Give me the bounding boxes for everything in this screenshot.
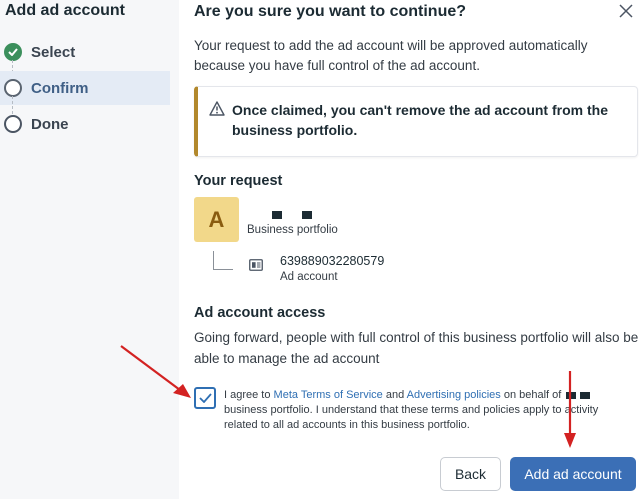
- request-heading: Your request: [194, 173, 283, 189]
- back-button[interactable]: Back: [440, 457, 501, 491]
- step-circle-icon: [4, 115, 22, 133]
- ad-account-label: Ad account: [280, 271, 338, 283]
- checkmark-icon: [4, 43, 22, 61]
- warning-text: Once claimed, you can't remove the ad ac…: [232, 102, 608, 138]
- access-heading: Ad account access: [194, 305, 326, 321]
- close-icon[interactable]: [619, 4, 633, 18]
- advertising-policies-link[interactable]: Advertising policies: [407, 389, 501, 401]
- agreement-text: I agree to Meta Terms of Service and Adv…: [224, 388, 634, 433]
- ad-account-icon: [249, 259, 263, 271]
- agreement-and: and: [382, 389, 407, 401]
- add-ad-account-button[interactable]: Add ad account: [510, 457, 636, 491]
- redacted-name: [272, 211, 282, 219]
- access-description: Going forward, people with full control …: [194, 330, 639, 366]
- confirm-dialog: Are you sure you want to continue? Your …: [179, 0, 639, 499]
- ad-account-id: 639889032280579: [280, 254, 385, 268]
- step-confirm: Confirm: [0, 71, 170, 105]
- redacted-name: [580, 391, 591, 399]
- warning-triangle-icon: [209, 101, 225, 116]
- agree-checkbox[interactable]: [194, 387, 216, 409]
- meta-terms-link[interactable]: Meta Terms of Service: [274, 389, 383, 401]
- checkmark-icon: [198, 393, 212, 403]
- portfolio-label: Business portfolio: [247, 224, 338, 236]
- agreement-middle: on behalf of: [500, 389, 565, 401]
- portfolio-avatar: A: [194, 197, 239, 242]
- dialog-title: Are you sure you want to continue?: [194, 3, 467, 20]
- redacted-name: [302, 211, 312, 219]
- agreement-suffix: business portfolio. I understand that th…: [224, 404, 599, 431]
- redacted-name: [566, 391, 577, 399]
- dialog-description: Your request to add the ad account will …: [194, 38, 588, 73]
- step-select-label: Select: [31, 43, 76, 61]
- step-circle-icon: [4, 79, 22, 97]
- sidebar-title: Add ad account: [5, 2, 126, 19]
- agreement-prefix: I agree to: [224, 389, 274, 401]
- step-select: Select: [0, 35, 170, 69]
- step-done-label: Done: [31, 115, 69, 133]
- step-done: Done: [0, 107, 170, 141]
- wizard-sidebar: Add ad account Select Confirm Done: [0, 0, 179, 499]
- warning-banner: Once claimed, you can't remove the ad ac…: [194, 86, 638, 157]
- step-confirm-label: Confirm: [31, 79, 89, 97]
- tree-connector: [213, 251, 233, 270]
